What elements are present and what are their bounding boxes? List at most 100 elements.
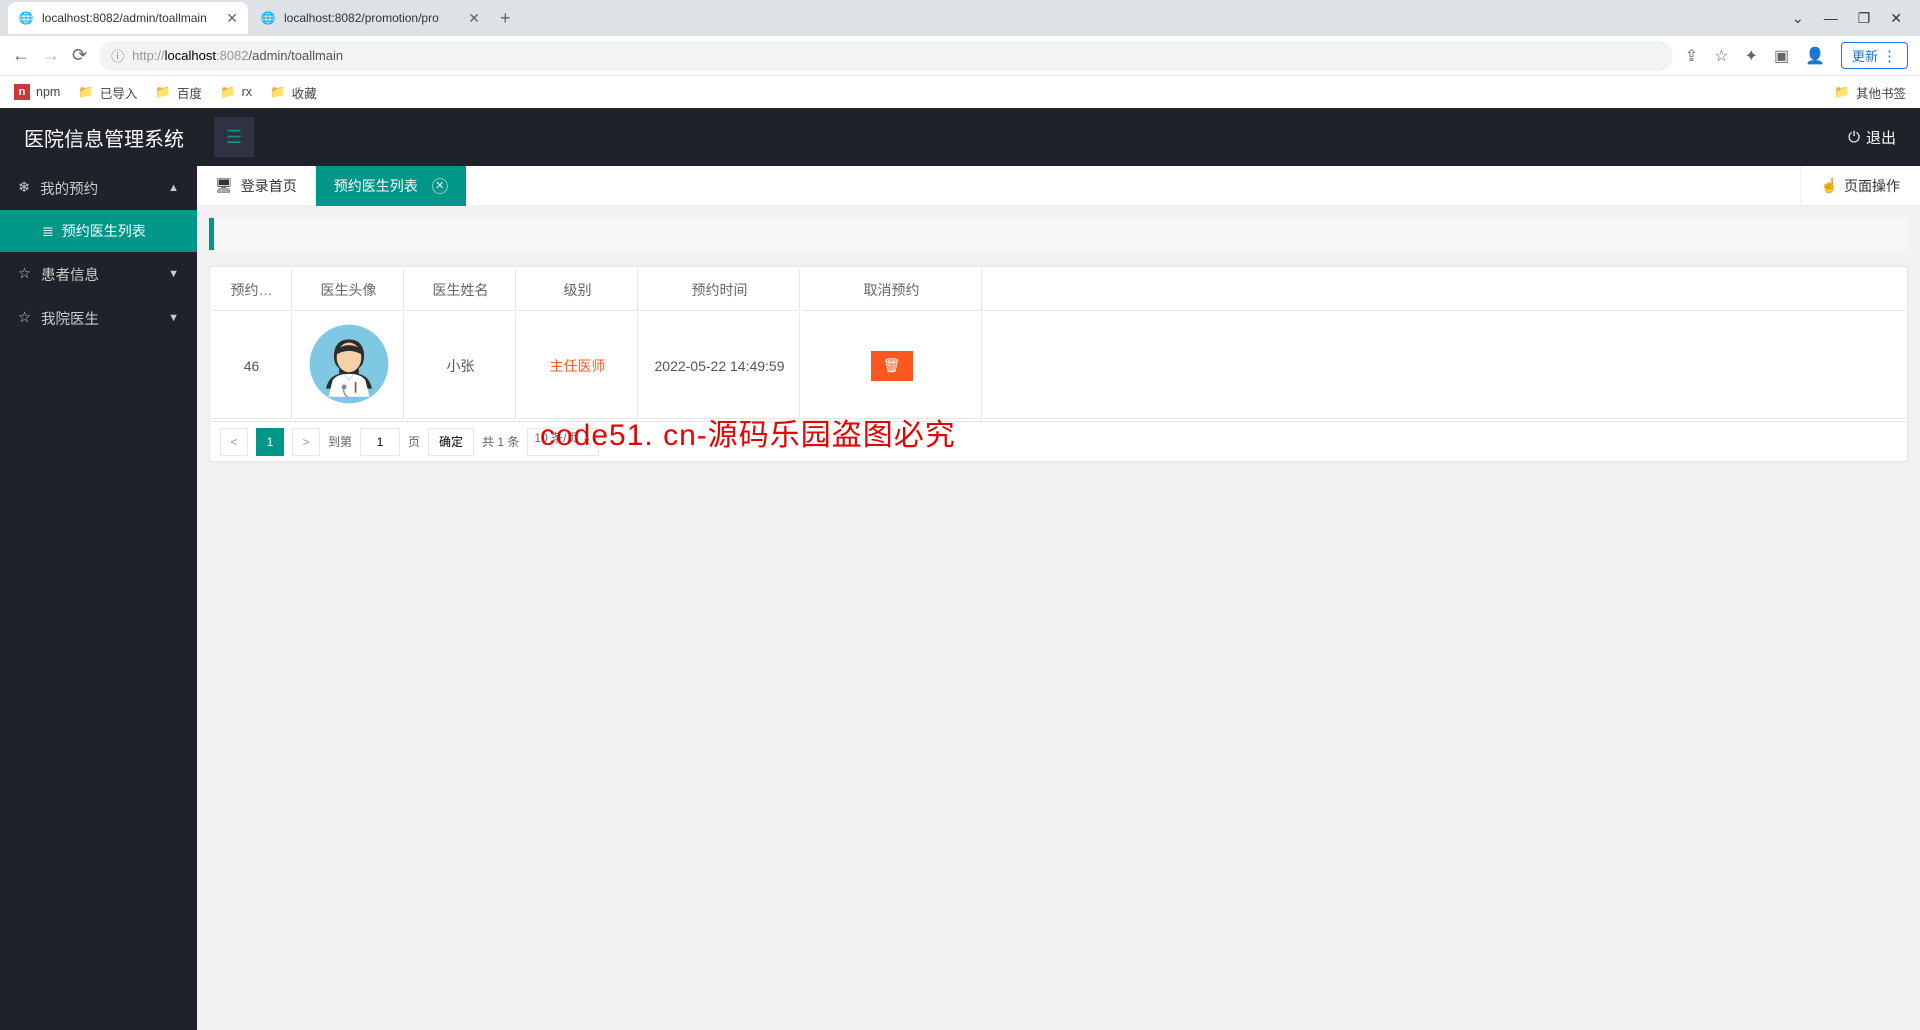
col-name: 医生姓名 xyxy=(406,269,516,311)
app-header: 医院信息管理系统 ☰ ⏻ 退出 xyxy=(0,108,1920,166)
doctor-avatar-icon xyxy=(308,323,390,405)
cell-cancel: 🗑 xyxy=(802,313,982,419)
goto-label: 到第 xyxy=(328,433,352,450)
goto-suffix: 页 xyxy=(408,433,420,450)
reload-button[interactable]: ⟳ xyxy=(72,45,87,66)
next-page-button[interactable]: > xyxy=(292,428,320,456)
page-tabs: 🖥 登录首页 预约医生列表 ✕ ☝ 页面操作 xyxy=(197,166,1920,206)
sidepanel-icon[interactable]: ▣ xyxy=(1774,46,1789,66)
forward-button[interactable]: → xyxy=(42,45,60,66)
col-empty xyxy=(984,269,1905,311)
star-icon: ☆ xyxy=(18,310,31,326)
bookmark-item[interactable]: 📁已导入 xyxy=(78,83,137,102)
sidebar-item-doctors[interactable]: ☆ 我院医生 ▼ xyxy=(0,296,197,340)
browser-tab[interactable]: 🌐 localhost:8082/promotion/pro ✕ xyxy=(250,2,490,34)
pagination: < 1 > 到第 页 确定 共 1 条 10 条/页 ⌄ xyxy=(209,422,1908,462)
folder-icon: 📁 xyxy=(1834,85,1850,100)
browser-tab-bar: 🌐 localhost:8082/admin/toallmain ✕ 🌐 loc… xyxy=(0,0,1920,36)
trash-icon: 🗑 xyxy=(883,357,901,373)
power-icon: ⏻ xyxy=(1848,129,1860,146)
folder-icon: 📁 xyxy=(270,85,286,100)
back-button[interactable]: ← xyxy=(12,45,30,66)
bookmark-item[interactable]: 📁百度 xyxy=(155,83,202,102)
cell-name: 小张 xyxy=(406,313,516,419)
tab-title: localhost:8082/promotion/pro xyxy=(284,11,460,25)
tab-title: localhost:8082/admin/toallmain xyxy=(42,11,218,25)
close-icon[interactable]: ✕ xyxy=(226,10,238,27)
minimize-icon[interactable]: — xyxy=(1824,10,1838,27)
globe-icon: 🌐 xyxy=(260,10,276,26)
page-number-button[interactable]: 1 xyxy=(256,428,284,456)
col-id: 预约… xyxy=(212,269,292,311)
star-icon[interactable]: ☆ xyxy=(1714,46,1728,66)
folder-icon: 📁 xyxy=(220,85,236,100)
chevron-down-icon: ⌄ xyxy=(582,431,592,445)
cell-time: 2022-05-22 14:49:59 xyxy=(640,313,800,419)
dropdown-icon[interactable]: ⌄ xyxy=(1792,10,1804,27)
col-time: 预约时间 xyxy=(640,269,800,311)
chevron-down-icon: ▼ xyxy=(168,268,179,280)
sidebar-item-appointments[interactable]: ❄ 我的预约 ▲ xyxy=(0,166,197,210)
info-icon: ⓘ xyxy=(111,46,124,65)
list-icon: ≣ xyxy=(42,223,54,240)
sidebar-subitem-doctor-list[interactable]: ≣ 预约医生列表 xyxy=(0,210,197,252)
sidebar-item-label: 我的预约 xyxy=(40,178,98,199)
maximize-icon[interactable]: ❐ xyxy=(1858,10,1871,27)
sidebar-item-label: 我院医生 xyxy=(41,308,99,329)
appointments-table: 预约… 医生头像 医生姓名 级别 预约时间 取消预约 46 xyxy=(209,266,1908,422)
logout-button[interactable]: ⏻ 退出 xyxy=(1848,127,1896,148)
app-brand: 医院信息管理系统 xyxy=(24,123,184,152)
tab-home[interactable]: 🖥 登录首页 xyxy=(197,166,316,206)
chevron-up-icon: ▲ xyxy=(168,182,179,194)
bookmark-item[interactable]: 📁收藏 xyxy=(270,83,317,102)
snowflake-icon: ❄ xyxy=(18,180,30,196)
globe-icon: 🌐 xyxy=(18,10,34,26)
close-icon[interactable]: ✕ xyxy=(432,178,448,194)
delete-button[interactable]: 🗑 xyxy=(871,351,913,381)
goto-confirm-button[interactable]: 确定 xyxy=(428,428,474,456)
profile-icon[interactable]: 👤 xyxy=(1805,46,1825,66)
url-text: http://localhost:8082/admin/toallmain xyxy=(132,48,343,63)
close-window-icon[interactable]: ✕ xyxy=(1890,10,1902,27)
npm-icon: n xyxy=(14,84,30,100)
sidebar: ❄ 我的预约 ▲ ≣ 预约医生列表 ☆ 患者信息 ▼ ☆ 我院医生 ▼ xyxy=(0,166,197,1030)
chevron-down-icon: ▼ xyxy=(168,312,179,324)
goto-page-input[interactable] xyxy=(360,428,400,456)
cell-level: 主任医师 xyxy=(518,313,638,419)
folder-icon: 📁 xyxy=(155,85,171,100)
col-avatar: 医生头像 xyxy=(294,269,404,311)
table-header-row: 预约… 医生头像 医生姓名 级别 预约时间 取消预约 xyxy=(212,269,1905,311)
col-level: 级别 xyxy=(518,269,638,311)
hand-icon: ☝ xyxy=(1821,177,1838,194)
monitor-icon: 🖥 xyxy=(215,177,233,194)
content-header-bar xyxy=(209,218,1908,250)
total-count: 共 1 条 xyxy=(482,433,519,450)
cell-id: 46 xyxy=(212,313,292,419)
sidebar-item-patients[interactable]: ☆ 患者信息 ▼ xyxy=(0,252,197,296)
sidebar-subitem-label: 预约医生列表 xyxy=(62,221,146,241)
new-tab-button[interactable]: + xyxy=(492,8,519,29)
update-button[interactable]: 更新⋮ xyxy=(1841,42,1908,69)
address-bar: ← → ⟳ ⓘ http://localhost:8082/admin/toal… xyxy=(0,36,1920,76)
page-actions-button[interactable]: ☝ 页面操作 xyxy=(1800,166,1920,205)
folder-icon: 📁 xyxy=(78,85,94,100)
other-bookmarks[interactable]: 📁其他书签 xyxy=(1834,83,1906,102)
share-icon[interactable]: ⇪ xyxy=(1685,46,1698,66)
cell-avatar xyxy=(294,313,404,419)
url-input[interactable]: ⓘ http://localhost:8082/admin/toallmain xyxy=(99,41,1673,71)
browser-tab[interactable]: 🌐 localhost:8082/admin/toallmain ✕ xyxy=(8,2,248,34)
prev-page-button[interactable]: < xyxy=(220,428,248,456)
sidebar-item-label: 患者信息 xyxy=(41,264,99,285)
col-cancel: 取消预约 xyxy=(802,269,982,311)
tab-doctor-list[interactable]: 预约医生列表 ✕ xyxy=(316,166,467,206)
star-icon: ☆ xyxy=(18,266,31,282)
bookmark-item[interactable]: 📁rx xyxy=(220,85,252,100)
table-row: 46 xyxy=(212,313,1905,419)
close-icon[interactable]: ✕ xyxy=(468,10,480,27)
bookmark-item[interactable]: nnpm xyxy=(14,84,60,100)
window-controls: ⌄ — ❐ ✕ xyxy=(1782,10,1912,27)
extension-icon[interactable]: ✦ xyxy=(1745,46,1758,66)
cell-empty xyxy=(984,313,1905,419)
menu-toggle-button[interactable]: ☰ xyxy=(214,117,254,157)
pagesize-select[interactable]: 10 条/页 ⌄ xyxy=(527,428,598,456)
